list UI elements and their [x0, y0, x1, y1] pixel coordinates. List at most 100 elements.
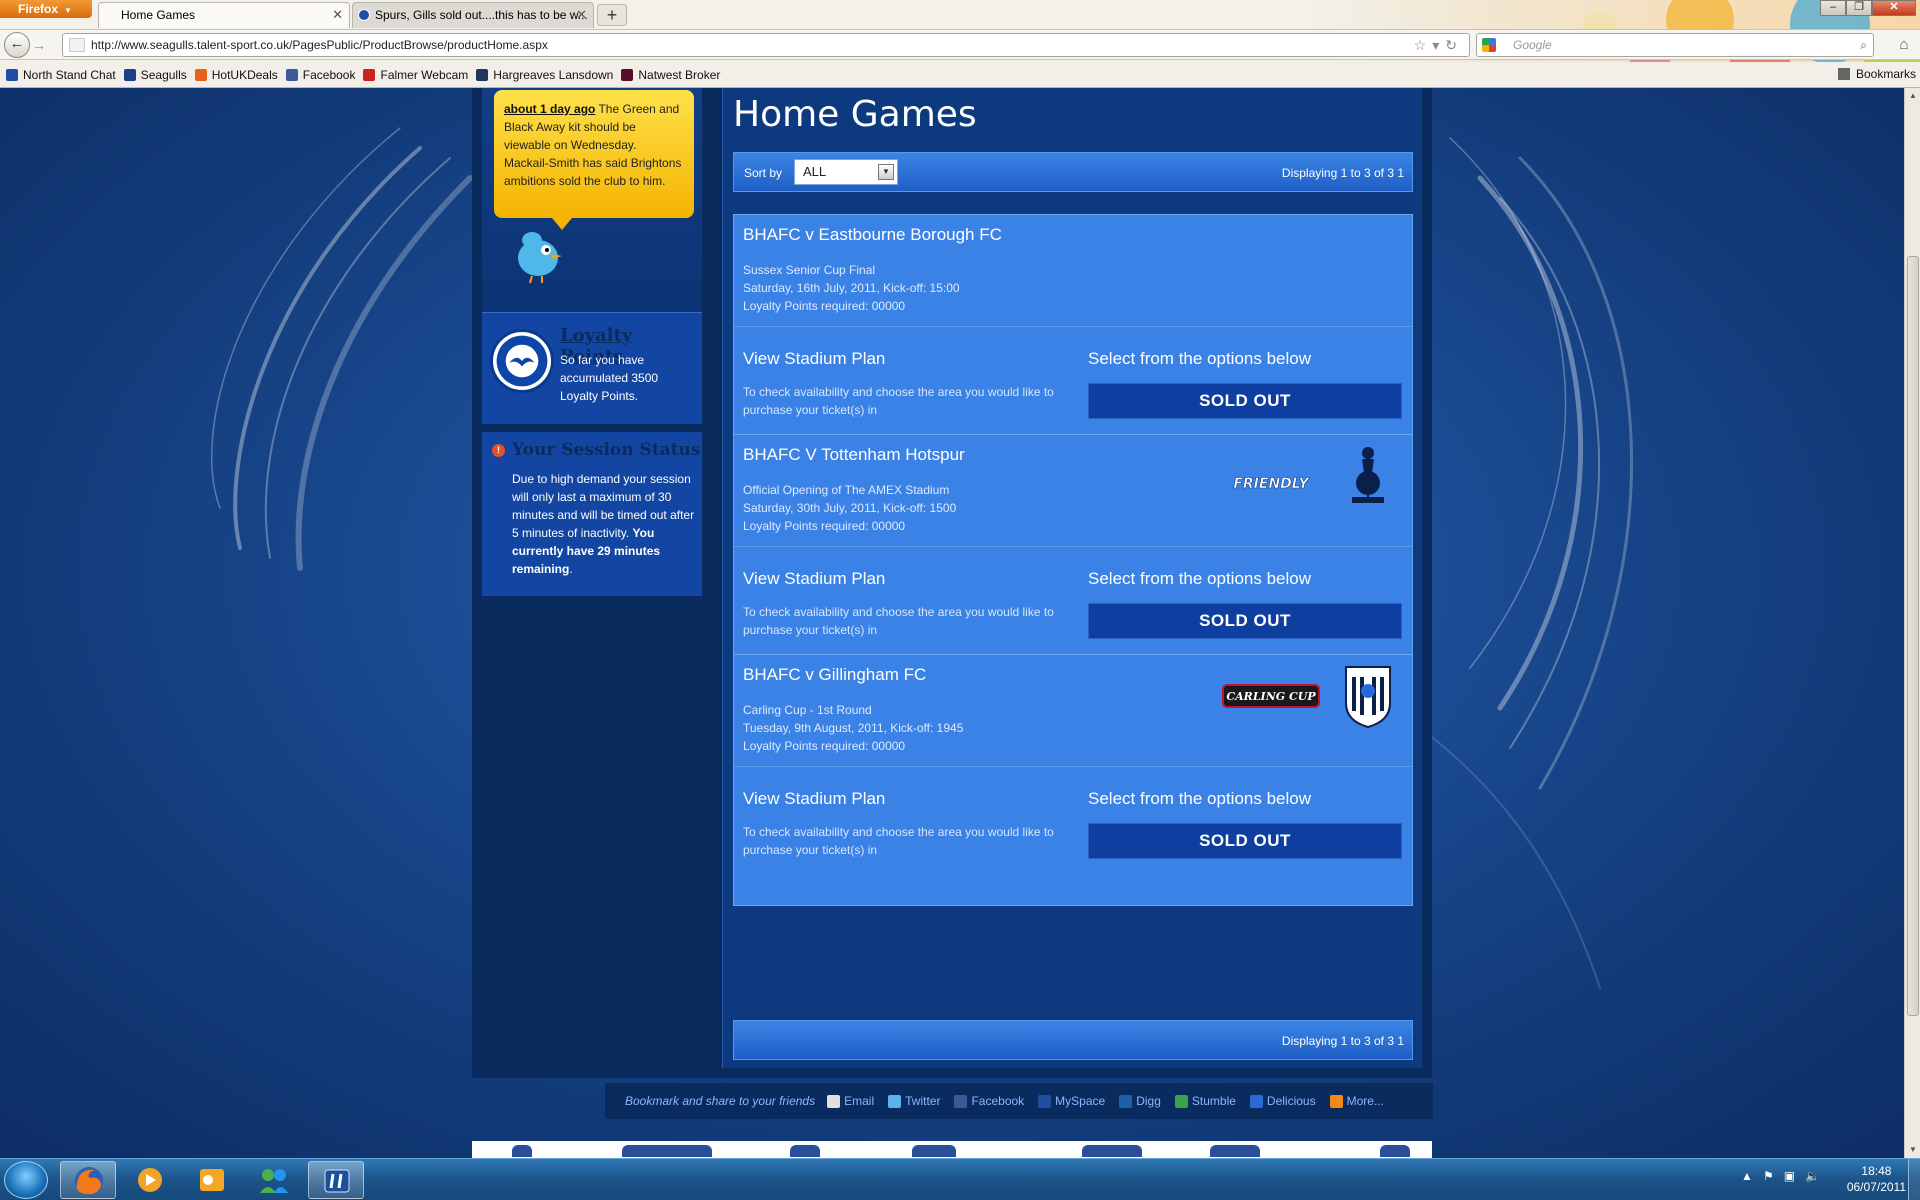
search-icon[interactable]: ⌕ [1860, 34, 1867, 56]
back-arrow-icon[interactable]: ← [4, 32, 30, 58]
sold-out-button[interactable]: SOLD OUT [1088, 823, 1402, 859]
window-controls: – ❐ ✕ [1820, 0, 1916, 16]
taskbar-app[interactable] [308, 1161, 364, 1199]
game-header: BHAFC v Gillingham FC Carling Cup - 1st … [734, 655, 1412, 767]
close-icon[interactable]: ✕ [332, 3, 343, 27]
display-count: Displaying 1 to 3 of 3 1 [1281, 1034, 1404, 1048]
sold-out-button[interactable]: SOLD OUT [1088, 603, 1402, 639]
url-bar[interactable]: http://www.seagulls.talent-sport.co.uk/P… [62, 33, 1470, 57]
session-text-end: . [569, 562, 573, 576]
session-status-panel: ! Your Session Status Due to high demand… [482, 432, 702, 596]
view-stadium-plan-link[interactable]: View Stadium Plan [743, 789, 885, 809]
firefox-menu-button[interactable]: Firefox ▼ [0, 0, 92, 18]
game-options: View Stadium Plan To check availability … [734, 767, 1412, 905]
sponsor-logo [912, 1145, 956, 1157]
new-tab-button[interactable]: + [597, 4, 627, 26]
bookmark-natwest-broker[interactable]: Natwest Broker [621, 68, 720, 82]
share-twitter-link[interactable]: Twitter [888, 1094, 940, 1108]
bookmark-hotukdeals[interactable]: HotUKDeals [194, 68, 278, 82]
taskbar-media-player[interactable] [122, 1161, 178, 1199]
page-scrollbar[interactable]: ▲ ▼ [1904, 88, 1920, 1158]
sponsor-logo [512, 1145, 532, 1157]
game-loyalty-points: Loyalty Points required: 00000 [743, 519, 906, 533]
firefox-icon [75, 1167, 103, 1195]
sort-select[interactable]: ALL ▼ [794, 159, 898, 185]
plus-icon [1329, 1094, 1343, 1108]
share-more-link[interactable]: More... [1329, 1094, 1384, 1108]
game-card: BHAFC v Gillingham FC Carling Cup - 1st … [733, 654, 1413, 906]
carling-cup-logo: CARLING CUP [1222, 684, 1320, 708]
content-container: about 1 day ago The Green and Black Away… [472, 88, 1432, 1078]
bookmark-north-stand-chat[interactable]: North Stand Chat [6, 68, 116, 82]
share-delicious-link[interactable]: Delicious [1249, 1094, 1316, 1108]
site-favicon-icon [358, 9, 370, 21]
scrollbar-thumb[interactable] [1907, 256, 1919, 1016]
share-facebook-link[interactable]: Facebook [954, 1094, 1024, 1108]
minimize-icon[interactable]: – [1820, 0, 1846, 16]
media-player-icon [138, 1168, 162, 1192]
window-close-icon[interactable]: ✕ [1872, 0, 1916, 16]
share-myspace-link[interactable]: MySpace [1038, 1094, 1105, 1108]
show-hidden-icons-icon[interactable]: ▲ [1741, 1169, 1753, 1183]
view-stadium-plan-link[interactable]: View Stadium Plan [743, 569, 885, 589]
dropdown-icon[interactable]: ▾ [1432, 37, 1445, 53]
volume-icon[interactable]: 🔈 [1805, 1169, 1820, 1183]
maximize-icon[interactable]: ❐ [1846, 0, 1872, 16]
taskbar-outlook[interactable] [184, 1161, 240, 1199]
game-details: Official Opening of The AMEX Stadium Sat… [743, 481, 956, 535]
forward-arrow-icon[interactable]: → [32, 36, 52, 54]
bookmark-hargreaves-lansdown[interactable]: Hargreaves Lansdown [476, 68, 613, 82]
game-competition: Official Opening of The AMEX Stadium [743, 483, 950, 497]
sponsor-logo [1082, 1145, 1142, 1157]
game-title: BHAFC v Gillingham FC [743, 665, 927, 684]
start-button[interactable] [4, 1161, 48, 1199]
bookmarks-toolbar: North Stand Chat Seagulls HotUKDeals Fac… [0, 62, 1920, 88]
reload-icon[interactable]: ↻ [1445, 37, 1463, 53]
share-digg-link[interactable]: Digg [1119, 1094, 1161, 1108]
network-icon[interactable]: ▣ [1784, 1169, 1795, 1183]
bookmarks-menu[interactable]: Bookmarks [1837, 67, 1916, 81]
sort-toolbar: Sort by ALL ▼ Displaying 1 to 3 of 3 1 [733, 152, 1413, 192]
bookmark-seagulls[interactable]: Seagulls [123, 68, 187, 82]
close-icon[interactable]: ✕ [576, 3, 587, 27]
search-input[interactable]: Google ⌕ [1476, 33, 1874, 57]
search-placeholder: Google [1513, 38, 1552, 52]
taskbar-clock[interactable]: 18:48 06/07/2011 [1847, 1163, 1906, 1195]
delicious-icon [1249, 1094, 1263, 1108]
action-center-flag-icon[interactable]: ⚑ [1763, 1169, 1774, 1183]
share-email-link[interactable]: Email [827, 1094, 874, 1108]
share-link-label: Digg [1136, 1094, 1161, 1108]
facebook-icon [954, 1094, 968, 1108]
share-stumble-link[interactable]: Stumble [1174, 1094, 1236, 1108]
tab-spurs-thread[interactable]: Spurs, Gills sold out....this has to be … [352, 2, 594, 28]
bookmark-facebook[interactable]: Facebook [285, 68, 355, 82]
taskbar-firefox[interactable] [60, 1161, 116, 1199]
select-options-title: Select from the options below [1088, 569, 1312, 588]
game-date: Saturday, 16th July, 2011, Kick-off: 15:… [743, 281, 960, 295]
tab-home-games[interactable]: Home Games ✕ [98, 2, 350, 28]
site-identity-icon[interactable] [69, 38, 85, 52]
sponsor-strip [472, 1141, 1432, 1158]
sold-out-button[interactable]: SOLD OUT [1088, 383, 1402, 419]
show-desktop-button[interactable] [1908, 1159, 1920, 1200]
page-title: Home Games [733, 94, 977, 135]
bookmark-label: North Stand Chat [23, 67, 116, 82]
taskbar-messenger[interactable] [246, 1161, 302, 1199]
sponsor-logo [790, 1145, 820, 1157]
tweet-time-link[interactable]: about 1 day ago [504, 102, 595, 116]
gillingham-crest-icon [1345, 666, 1391, 729]
star-icon[interactable]: ☆ [1414, 37, 1433, 53]
home-icon[interactable]: ⌂ [1894, 36, 1914, 54]
bookmark-falmer-webcam[interactable]: Falmer Webcam [363, 68, 468, 82]
share-label: Bookmark and share to your friends [625, 1094, 816, 1108]
scroll-down-icon[interactable]: ▼ [1905, 1142, 1920, 1158]
chevron-down-icon[interactable]: ▼ [878, 164, 894, 180]
view-stadium-plan-link[interactable]: View Stadium Plan [743, 349, 885, 369]
friendly-logo-text: FRIENDLY [1233, 476, 1310, 492]
stadium-plan-description: To check availability and choose the are… [743, 385, 1054, 417]
google-icon[interactable] [1482, 38, 1496, 52]
scroll-up-icon[interactable]: ▲ [1905, 88, 1920, 104]
share-link-label: Twitter [905, 1094, 941, 1108]
select-options-title: Select from the options below [1088, 789, 1312, 808]
carling-cup-logo-text: CARLING CUP [1226, 690, 1316, 703]
